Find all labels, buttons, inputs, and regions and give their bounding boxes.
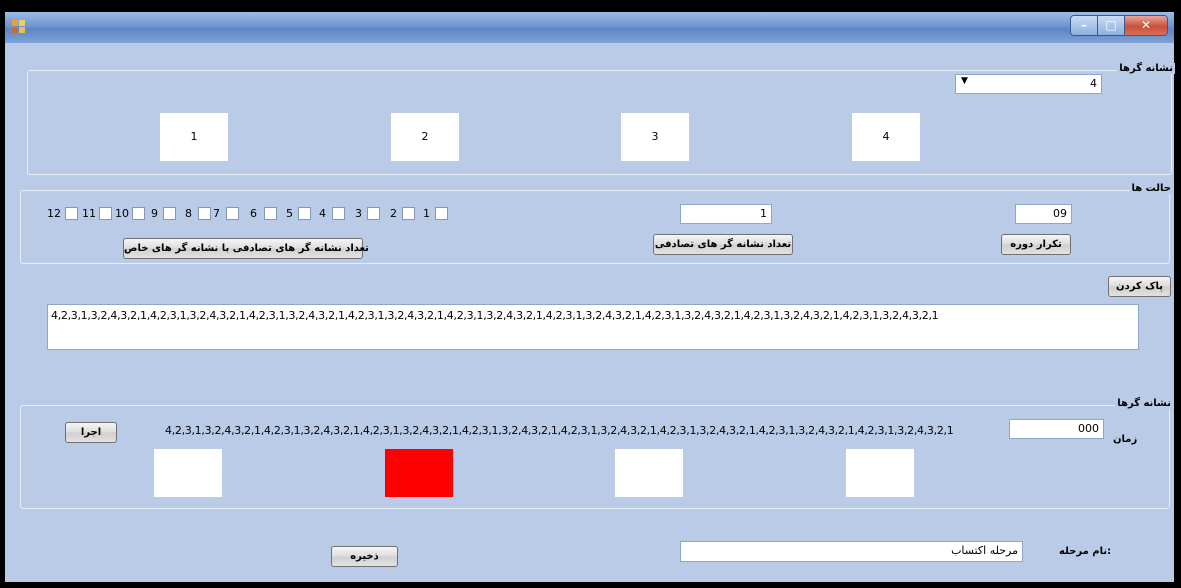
checkbox-8[interactable]: [198, 207, 211, 220]
random-count-input[interactable]: 1: [680, 204, 772, 224]
checkbox-label-12: 12: [47, 207, 61, 220]
states-group-label: حالت ها: [1129, 183, 1173, 194]
checkbox-label-2: 2: [390, 207, 397, 220]
checkbox-6[interactable]: [264, 207, 277, 220]
maximize-icon[interactable]: □: [1098, 16, 1125, 35]
marker-box-4-label: 4: [882, 130, 890, 143]
run-box-3: [615, 449, 683, 497]
checkbox-11[interactable]: [99, 207, 112, 220]
run-button[interactable]: اجرا: [65, 422, 117, 443]
checkbox-5[interactable]: [298, 207, 311, 220]
minimize-icon[interactable]: –: [1071, 16, 1098, 35]
checkbox-12[interactable]: [65, 207, 78, 220]
run-group-label: نشانه گرها: [1115, 398, 1173, 409]
run-sequence-text: 4,2,3,1,3,2,4,3,2,1,4,2,3,1,3,2,4,3,2,1,…: [165, 424, 954, 437]
marker-count-select[interactable]: ▼ 4: [955, 74, 1102, 94]
close-icon[interactable]: ✕: [1125, 16, 1167, 35]
clear-button[interactable]: پاک کردن: [1108, 276, 1171, 297]
checkbox-4[interactable]: [332, 207, 345, 220]
time-input[interactable]: 000: [1009, 419, 1104, 439]
app-icon: [12, 20, 26, 34]
run-box-1: [154, 449, 222, 497]
checkbox-9[interactable]: [163, 207, 176, 220]
stage-name-input[interactable]: مرحله اکتساب: [680, 541, 1023, 562]
checkbox-2[interactable]: [402, 207, 415, 220]
checkbox-label-9: 9: [151, 207, 158, 220]
random-special-markers-button[interactable]: تعداد نشانه گر های تصادفی با نشانه گر ها…: [123, 238, 369, 259]
marker-box-3: 3: [621, 113, 689, 161]
time-label: زمان: [1113, 434, 1138, 445]
checkbox-label-7: 7: [213, 207, 220, 220]
marker-box-1: 1: [160, 113, 228, 161]
repeat-period-button[interactable]: تکرار دوره: [1001, 234, 1071, 255]
main-window: – □ ✕ نشانه گرها ▼ 4 1 2 3 4 حالت ها 12 …: [5, 12, 1175, 582]
repeat-count-input[interactable]: 09: [1015, 204, 1072, 224]
checkbox-7[interactable]: [226, 207, 239, 220]
checkbox-label-3: 3: [355, 207, 362, 220]
marker-box-3-label: 3: [651, 130, 659, 143]
checkbox-label-1: 1: [423, 207, 430, 220]
stage-name-label: نام مرحله:: [1059, 546, 1112, 557]
save-button[interactable]: ذخیره: [331, 546, 398, 567]
sequence-text: 4,2,3,1,3,2,4,3,2,1,4,2,3,1,3,2,4,3,2,1,…: [51, 309, 939, 322]
markers-group-label: نشانه گرها: [1117, 63, 1175, 74]
caption-buttons: – □ ✕: [1070, 15, 1168, 36]
checkbox-label-8: 8: [185, 207, 192, 220]
run-box-2: [385, 449, 453, 497]
title-bar[interactable]: – □ ✕: [5, 12, 1174, 43]
checkbox-label-5: 5: [286, 207, 293, 220]
chevron-down-icon[interactable]: ▼: [961, 76, 968, 86]
marker-box-4: 4: [852, 113, 920, 161]
checkbox-label-6: 6: [250, 207, 257, 220]
marker-box-2: 2: [391, 113, 459, 161]
marker-box-1-label: 1: [190, 130, 198, 143]
marker-box-2-label: 2: [421, 130, 429, 143]
sequence-textbox[interactable]: 4,2,3,1,3,2,4,3,2,1,4,2,3,1,3,2,4,3,2,1,…: [47, 304, 1139, 350]
checkbox-1[interactable]: [435, 207, 448, 220]
random-markers-count-button[interactable]: تعداد نشانه گر های تصادفی: [653, 234, 793, 255]
checkbox-3[interactable]: [367, 207, 380, 220]
checkbox-label-10: 10: [115, 207, 129, 220]
marker-count-value: 4: [1090, 77, 1097, 90]
checkbox-10[interactable]: [132, 207, 145, 220]
run-box-4: [846, 449, 914, 497]
checkbox-label-4: 4: [319, 207, 326, 220]
checkbox-label-11: 11: [82, 207, 96, 220]
